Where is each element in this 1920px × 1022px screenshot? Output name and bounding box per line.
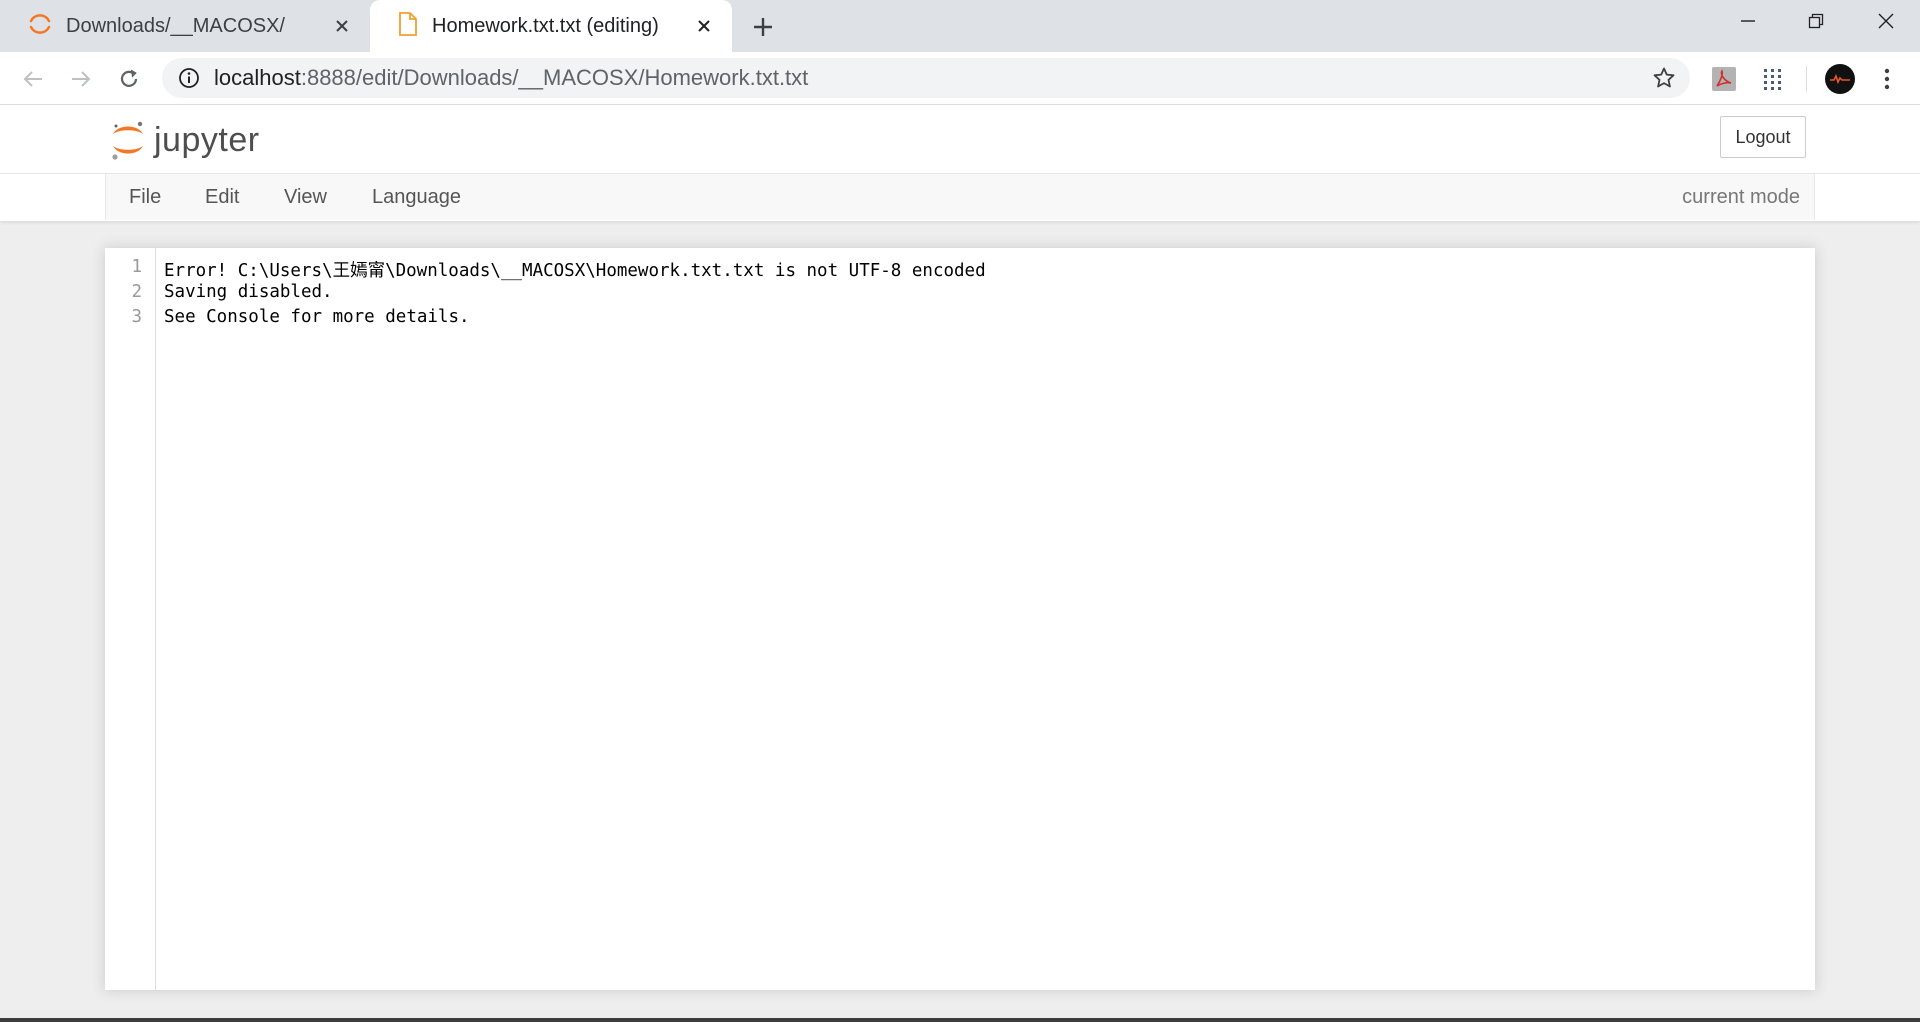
editor-line[interactable]: 3 See Console for more details. <box>105 307 1815 332</box>
taskbar-edge <box>0 1018 1920 1022</box>
new-tab-button[interactable] <box>748 12 778 42</box>
jupyter-logo[interactable]: jupyter <box>110 115 260 165</box>
line-number: 2 <box>131 282 142 302</box>
tab-downloads-macosx[interactable]: Downloads/__MACOSX/ <box>0 0 370 52</box>
address-bar[interactable]: localhost:8888/edit/Downloads/__MACOSX/H… <box>162 58 1690 98</box>
jupyter-header: jupyter Logout <box>0 105 1920 173</box>
forward-button[interactable] <box>66 64 96 94</box>
close-icon[interactable] <box>330 14 354 38</box>
jupyter-logo-icon <box>112 121 143 160</box>
back-button[interactable] <box>18 64 48 94</box>
menu-view[interactable]: View <box>284 186 327 209</box>
restore-button[interactable] <box>1786 6 1846 36</box>
line-text[interactable]: Saving disabled. <box>164 282 333 302</box>
line-text[interactable]: See Console for more details. <box>164 307 470 327</box>
reload-button[interactable] <box>114 64 144 94</box>
document-icon <box>398 11 418 41</box>
menu-language[interactable]: Language <box>372 186 461 209</box>
tab-homework-editing[interactable]: Homework.txt.txt (editing) <box>370 0 732 52</box>
browser-tab-strip: Downloads/__MACOSX/ Homework.txt.txt (ed… <box>0 0 1920 52</box>
menu-kebab-icon[interactable] <box>1872 64 1902 94</box>
editor-line[interactable]: 1 Error! C:\Users\王嫣甯\Downloads\__MACOSX… <box>105 257 1815 282</box>
info-icon[interactable] <box>178 67 200 89</box>
tab-title: Homework.txt.txt (editing) <box>432 14 659 37</box>
logout-button[interactable]: Logout <box>1720 116 1806 158</box>
profile-avatar-icon[interactable] <box>1825 64 1855 94</box>
browser-toolbar: localhost:8888/edit/Downloads/__MACOSX/H… <box>0 52 1920 105</box>
line-number: 3 <box>131 307 142 327</box>
menubar: File Edit View Language current mode <box>105 174 1815 220</box>
current-mode-indicator: current mode <box>1682 186 1800 208</box>
menu-file[interactable]: File <box>129 186 161 209</box>
close-icon[interactable] <box>692 14 716 38</box>
jupyter-logo-text: jupyter <box>154 120 260 159</box>
jupyter-spinner-icon <box>28 12 52 41</box>
line-number-gutter <box>105 248 156 990</box>
pdf-extension-icon[interactable] <box>1709 64 1739 94</box>
menu-edit[interactable]: Edit <box>205 186 239 209</box>
toolbar-divider <box>1806 66 1807 92</box>
grid-extension-icon[interactable] <box>1758 64 1788 94</box>
menubar-container: File Edit View Language current mode <box>0 173 1920 221</box>
editor-line[interactable]: 2 Saving disabled. <box>105 282 1815 307</box>
minimize-button[interactable] <box>1718 6 1778 36</box>
text-editor[interactable]: 1 Error! C:\Users\王嫣甯\Downloads\__MACOSX… <box>105 248 1815 990</box>
tab-title: Downloads/__MACOSX/ <box>66 14 285 37</box>
line-text[interactable]: Error! C:\Users\王嫣甯\Downloads\__MACOSX\H… <box>164 257 986 282</box>
line-number: 1 <box>131 257 142 277</box>
close-window-button[interactable] <box>1856 6 1916 36</box>
bookmark-star-icon[interactable] <box>1652 66 1676 90</box>
url-text: localhost:8888/edit/Downloads/__MACOSX/H… <box>214 65 809 90</box>
